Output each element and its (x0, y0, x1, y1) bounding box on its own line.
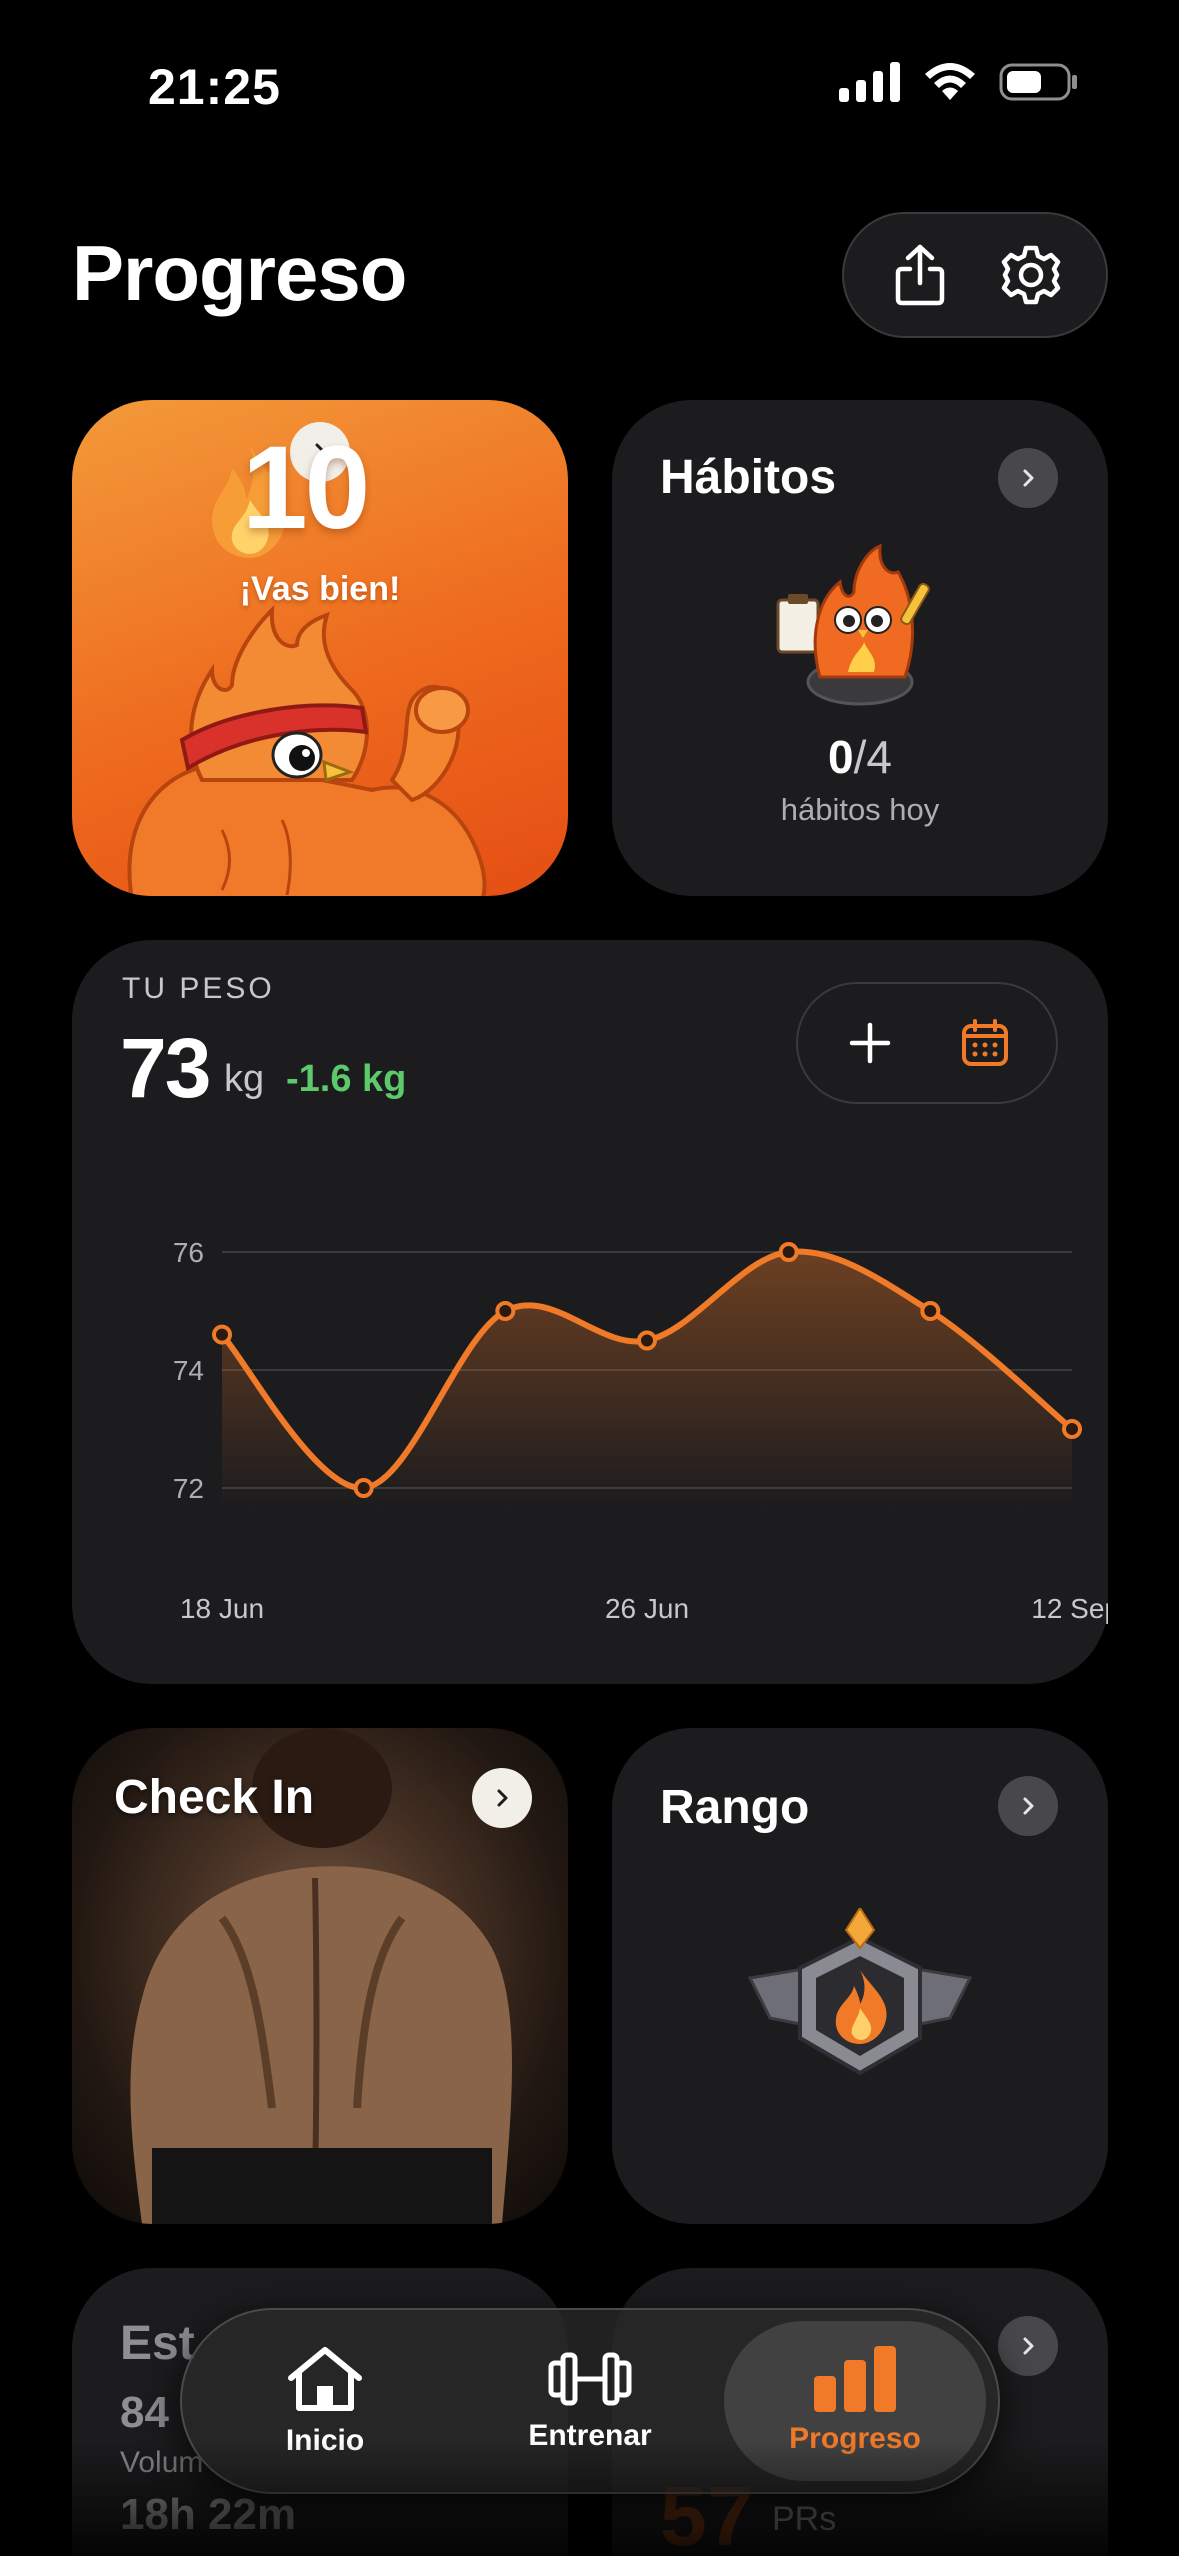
dumbbell-icon (548, 2352, 632, 2406)
gear-icon (1001, 245, 1060, 305)
y-tick-label: 74 (173, 1355, 204, 1386)
x-tick-label: 18 Jun (180, 1593, 264, 1624)
chevron-right-icon (1023, 2337, 1034, 2355)
data-point (1062, 1419, 1082, 1439)
x-tick-label: 12 Sep (1031, 1593, 1108, 1624)
series-area (222, 1251, 1072, 1508)
y-tick-label: 72 (173, 1473, 204, 1504)
x-tick-label: 26 Jun (605, 1593, 689, 1624)
records-detail-button[interactable] (998, 2316, 1058, 2376)
cellular-signal-icon (839, 62, 900, 102)
habits-total: /4 (853, 731, 892, 783)
calendar-icon (961, 1019, 1008, 1066)
tab-inicio[interactable]: Inicio (194, 2321, 456, 2481)
weight-chart: 72 74 76 18 Jun 26 Jun 12 Sep (173, 1237, 1108, 1624)
page-title: Progreso (72, 229, 407, 317)
weight-label: TU PESO (122, 972, 275, 1005)
header-actions (842, 212, 1108, 338)
stats-value: 84 (120, 2388, 169, 2437)
tab-entrenar[interactable]: Entrenar (459, 2321, 721, 2481)
mascot-flexing-image (127, 604, 487, 896)
status-bar: 21:25 (0, 0, 1179, 170)
data-point (637, 1330, 657, 1351)
y-tick-label: 76 (173, 1237, 204, 1268)
status-time: 21:25 (148, 59, 281, 115)
data-point (495, 1301, 516, 1321)
tab-bar: Inicio Entrenar Progreso (180, 2308, 1000, 2494)
data-point (353, 1478, 374, 1498)
status-icons (839, 62, 1079, 102)
share-icon (895, 244, 944, 306)
tab-progreso[interactable]: Progreso (724, 2321, 986, 2481)
weight-unit: kg (224, 1058, 265, 1100)
checkin-title: Check In (114, 1771, 315, 1824)
rank-detail-button[interactable] (998, 1776, 1058, 1836)
weight-value: 73 (120, 1021, 211, 1115)
chevron-right-icon (1023, 1797, 1034, 1815)
habits-detail-button[interactable] (998, 448, 1058, 508)
house-icon (288, 2347, 362, 2411)
data-point (920, 1301, 941, 1321)
chevron-right-icon (1023, 469, 1034, 487)
stats-sub: Volum (120, 2446, 204, 2479)
habits-done: 0 (828, 731, 854, 783)
share-button[interactable] (880, 235, 960, 315)
tab-label-inicio: Inicio (285, 2424, 365, 2457)
stats-time: 18h 22m (120, 2490, 297, 2539)
streak-message: ¡Vas bien! (239, 570, 401, 608)
rank-card[interactable]: Rango (612, 1728, 1108, 2224)
chevron-right-icon (497, 1789, 508, 1807)
rank-title: Rango (660, 1781, 810, 1834)
add-weight-button[interactable] (830, 1003, 910, 1083)
habits-subtitle: hábitos hoy (780, 792, 940, 827)
settings-button[interactable] (991, 235, 1071, 315)
streak-count: 10 (242, 422, 370, 554)
data-point (212, 1324, 232, 1345)
stats-title: Est (120, 2317, 195, 2370)
tab-label-entrenar: Entrenar (528, 2419, 652, 2452)
tab-label-progreso: Progreso (789, 2422, 921, 2455)
wifi-icon (925, 63, 975, 100)
weight-calendar-button[interactable] (945, 1003, 1025, 1083)
plus-icon (849, 1022, 890, 1064)
weight-actions (796, 982, 1058, 1104)
mascot-clipboard-image (776, 543, 930, 706)
habits-progress: 0/4 (612, 730, 1108, 784)
battery-icon (999, 63, 1077, 101)
checkin-detail-button[interactable] (472, 1768, 532, 1828)
data-point (778, 1242, 799, 1262)
bar-chart-icon (814, 2346, 896, 2412)
rank-badge-icon (747, 1908, 973, 2076)
weight-delta: -1.6 kg (286, 1058, 407, 1100)
habits-title: Hábitos (660, 451, 837, 504)
records-sub: PRs (772, 2500, 837, 2538)
